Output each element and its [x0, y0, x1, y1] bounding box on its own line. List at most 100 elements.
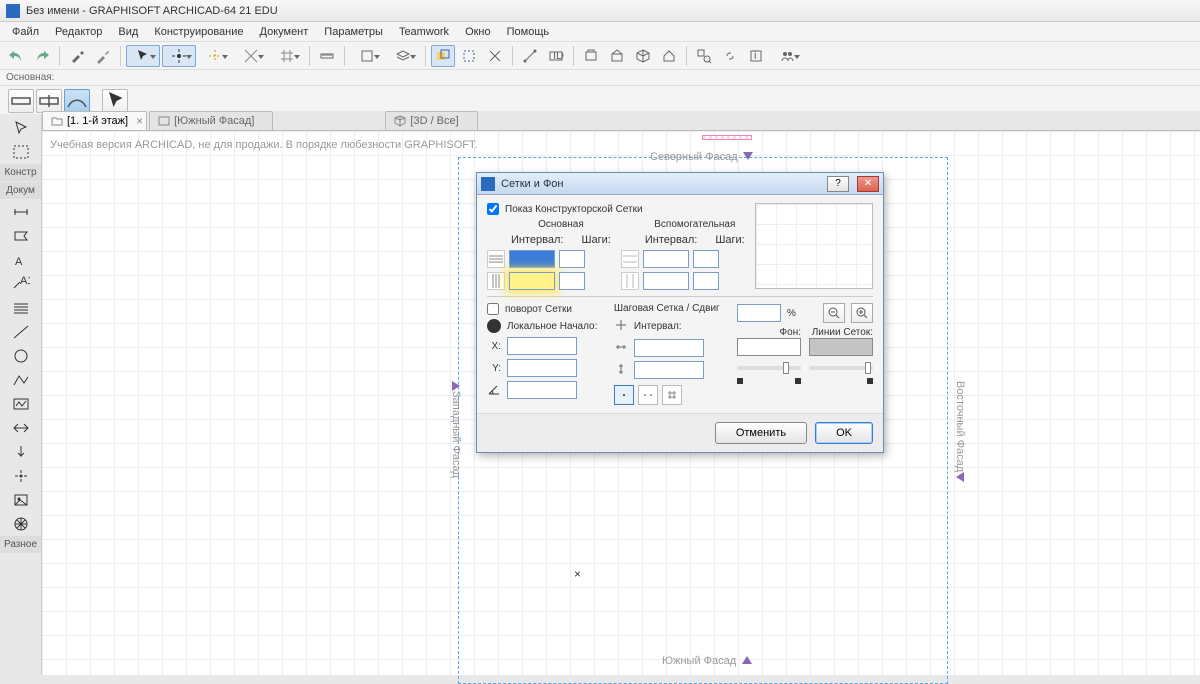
line-tool[interactable] [8, 321, 34, 343]
aux-v-steps-input[interactable] [693, 272, 719, 290]
geometry-btn-1[interactable] [8, 89, 34, 113]
close-button[interactable]: ✕ [857, 176, 879, 192]
tab-3d[interactable]: [3D / Все] [385, 111, 477, 130]
south-elevation-marker[interactable]: Южный Фасад [662, 655, 752, 667]
ruler-button[interactable] [315, 45, 339, 67]
aux-h-steps-input[interactable] [693, 250, 719, 268]
menu-view[interactable]: Вид [110, 24, 146, 40]
figure-tool[interactable] [8, 489, 34, 511]
suspend-group-dropdown[interactable] [350, 45, 384, 67]
section-tool[interactable] [8, 417, 34, 439]
guideline-dropdown[interactable] [198, 45, 232, 67]
arrow-tool[interactable] [8, 117, 34, 139]
lines-color-swatch[interactable] [809, 338, 873, 356]
ok-button[interactable]: OK [815, 422, 873, 444]
origin-x-input[interactable] [507, 337, 577, 355]
3d-button[interactable] [631, 45, 655, 67]
toolbox-panel: Констр Докум A A1 Разное [0, 114, 42, 675]
trace-ref-button[interactable] [457, 45, 481, 67]
menu-parameters[interactable]: Параметры [316, 24, 391, 40]
zoom-in-button[interactable] [851, 303, 873, 323]
measure-button[interactable] [518, 45, 542, 67]
lines-intensity-slider[interactable] [809, 366, 873, 370]
grid-snap-dropdown[interactable] [270, 45, 304, 67]
show-grid-checkbox[interactable] [487, 203, 499, 215]
snap-point-dropdown[interactable] [162, 45, 196, 67]
main-h-steps-input[interactable] [559, 250, 585, 268]
aux-h-interval-input[interactable] [643, 250, 689, 268]
snap-h-icon [614, 340, 628, 357]
tab-floor-plan[interactable]: [1. 1-й этаж] × [42, 111, 147, 130]
open-view-button[interactable] [579, 45, 603, 67]
angle-input[interactable] [507, 381, 577, 399]
cursor-tool-dropdown[interactable] [126, 45, 160, 67]
split-button[interactable] [483, 45, 507, 67]
cancel-button[interactable]: Отменить [715, 422, 807, 444]
drag-handle[interactable] [702, 135, 752, 140]
layer-dropdown[interactable] [386, 45, 420, 67]
dialog-titlebar[interactable]: Сетки и Фон ? ✕ [477, 173, 883, 195]
origin-y-input[interactable] [507, 359, 577, 377]
tab-south-facade[interactable]: [Южный Фасад] [149, 111, 273, 130]
level-tool[interactable] [8, 225, 34, 247]
undo-button[interactable] [4, 45, 28, 67]
help-button[interactable]: ? [827, 176, 849, 192]
east-elevation-marker[interactable]: Восточный Фасад [954, 381, 966, 482]
id-button[interactable]: ID [544, 45, 568, 67]
snap-guide-dropdown[interactable] [234, 45, 268, 67]
find-select-button[interactable] [692, 45, 716, 67]
west-elevation-marker[interactable]: Западный Фасад [450, 381, 462, 478]
close-icon[interactable]: × [136, 115, 143, 127]
angle-icon [487, 382, 501, 399]
dimension-tool[interactable] [8, 201, 34, 223]
drawing-tool[interactable] [8, 393, 34, 415]
syringe-button[interactable] [91, 45, 115, 67]
text-tool[interactable]: A [8, 249, 34, 271]
snap-mode-1[interactable] [614, 385, 634, 405]
snap-mode-3[interactable] [662, 385, 682, 405]
local-origin-label: Локальное Начало: [507, 321, 597, 332]
snap-h-input[interactable] [634, 339, 704, 357]
marquee-tool[interactable] [8, 141, 34, 163]
main-v-interval-input[interactable] [509, 272, 555, 290]
menu-help[interactable]: Помощь [499, 24, 558, 40]
circle-tool[interactable] [8, 345, 34, 367]
home-button[interactable] [657, 45, 681, 67]
menu-construction[interactable]: Конструирование [146, 24, 251, 40]
trace-button[interactable] [431, 45, 455, 67]
snap-mode-2[interactable] [638, 385, 658, 405]
geometry-btn-2[interactable] [36, 89, 62, 113]
redo-button[interactable] [30, 45, 54, 67]
floor-button[interactable] [605, 45, 629, 67]
main-h-interval-input[interactable] [509, 250, 555, 268]
hotspot-tool[interactable] [8, 465, 34, 487]
main-v-steps-input[interactable] [559, 272, 585, 290]
rotate-grid-checkbox[interactable] [487, 303, 499, 315]
menu-editor[interactable]: Редактор [47, 24, 110, 40]
snap-v-input[interactable] [634, 361, 704, 379]
grid-element-tool[interactable] [8, 513, 34, 535]
bg-intensity-slider[interactable] [737, 366, 801, 370]
menu-document[interactable]: Документ [252, 24, 317, 40]
menu-teamwork[interactable]: Teamwork [391, 24, 457, 40]
polyline-tool[interactable] [8, 369, 34, 391]
link-button[interactable] [718, 45, 742, 67]
label-tool[interactable]: A1 [8, 273, 34, 295]
aux-v-interval-input[interactable] [643, 272, 689, 290]
fill-tool[interactable] [8, 297, 34, 319]
menu-window[interactable]: Окно [457, 24, 499, 40]
menubar: Файл Редактор Вид Конструирование Докуме… [0, 22, 1200, 42]
north-elevation-marker[interactable]: Северный Фасад [650, 151, 753, 163]
zoom-input[interactable] [737, 304, 781, 322]
zoom-out-button[interactable] [823, 303, 845, 323]
info-button[interactable]: i [744, 45, 768, 67]
team-dropdown[interactable] [770, 45, 804, 67]
bg-color-swatch[interactable] [737, 338, 801, 356]
cursor-mode-button[interactable] [102, 89, 128, 113]
elevation-icon [158, 115, 170, 127]
geometry-btn-3[interactable] [64, 89, 90, 113]
menu-file[interactable]: Файл [4, 24, 47, 40]
dialog-app-icon [481, 177, 495, 191]
marker-tool[interactable] [8, 441, 34, 463]
eyedropper-button[interactable] [65, 45, 89, 67]
